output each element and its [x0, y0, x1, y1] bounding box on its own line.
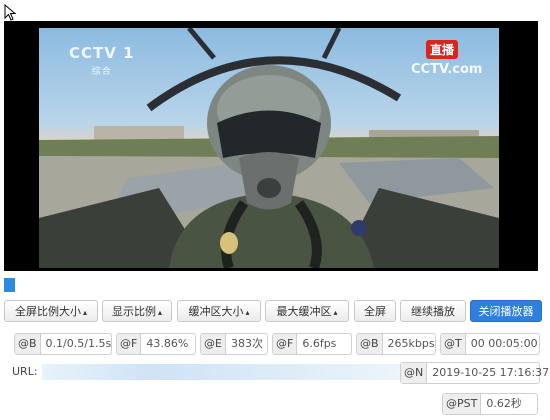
- buffer-size-button[interactable]: 缓冲区大小 ▴: [177, 300, 261, 322]
- url-label: URL:: [12, 365, 38, 378]
- stat-key: @PST: [443, 394, 482, 414]
- stat-key: @B: [357, 334, 383, 354]
- stat-frame-percent: @F 43.86%: [116, 333, 196, 355]
- stat-value: 2019-10-25 17:16:37: [432, 366, 550, 379]
- channel-logo-text: CCTV 1: [69, 44, 135, 62]
- stat-key: @N: [401, 363, 428, 383]
- stat-key: @E: [201, 334, 226, 354]
- playback-progress-bar[interactable]: [4, 278, 538, 292]
- stat-key: @B: [15, 334, 41, 354]
- channel-logo-subtitle: 综合: [91, 67, 112, 77]
- mouse-cursor-icon: [4, 4, 17, 21]
- stat-pst: @PST 0.62秒: [442, 393, 538, 415]
- stat-value: 6.6fps: [302, 337, 337, 350]
- stats-row: @B 0.1/0.5/1.5s @F 43.86% @E 383次 @F 6.6…: [14, 333, 544, 355]
- stat-buffer-time: @B 0.1/0.5/1.5s: [14, 333, 112, 355]
- channel-logo: CCTV 1 综合: [69, 44, 135, 77]
- stat-fps: @F 6.6fps: [272, 333, 352, 355]
- display-ratio-button[interactable]: 显示比例 ▴: [102, 300, 172, 322]
- stat-value: 383次: [230, 337, 263, 350]
- buffer-size-label: 缓冲区大小: [188, 305, 244, 318]
- caret-up-icon: ▴: [245, 308, 250, 317]
- url-field[interactable]: [42, 364, 410, 380]
- pst-row: @PST 0.62秒: [0, 393, 550, 415]
- stat-value: 0.62秒: [486, 397, 522, 410]
- fullscreen-ratio-button[interactable]: 全屏比例大小 ▴: [4, 300, 98, 322]
- max-buffer-button[interactable]: 最大缓冲区 ▴: [265, 300, 349, 322]
- caret-up-icon: ▴: [157, 308, 162, 317]
- stat-value: 43.86%: [146, 337, 189, 350]
- url-row: URL: @N 2019-10-25 17:16:37: [12, 362, 549, 384]
- progress-fill: [4, 278, 15, 292]
- caret-up-icon: ▴: [82, 308, 87, 317]
- fullscreen-button[interactable]: 全屏: [354, 300, 396, 322]
- stat-duration: @T 00 00:05:00: [440, 333, 540, 355]
- stat-value: 0.1/0.5/1.5s: [45, 337, 112, 350]
- caret-up-icon: ▴: [333, 308, 338, 317]
- stat-key: @T: [441, 334, 466, 354]
- live-badge: 直播: [426, 40, 459, 59]
- stat-key: @F: [273, 334, 298, 354]
- stat-value: 265kbps: [387, 337, 435, 350]
- stat-timestamp: @N 2019-10-25 17:16:37: [400, 362, 549, 384]
- video-frame[interactable]: CCTV 1 综合 直播 CCTV.com: [39, 28, 499, 268]
- site-watermark: CCTV.com: [411, 62, 483, 77]
- control-toolbar: 全屏比例大小 ▴ 显示比例 ▴ 缓冲区大小 ▴ 最大缓冲区 ▴ 全屏 继续播放 关闭播放…: [4, 300, 544, 322]
- stat-key: @F: [117, 334, 142, 354]
- fullscreen-ratio-label: 全屏比例大小: [14, 305, 81, 318]
- max-buffer-label: 最大缓冲区: [276, 305, 332, 318]
- stat-value: 00 00:05:00: [470, 337, 538, 350]
- stat-error-count: @E 383次: [200, 333, 268, 355]
- continue-play-button[interactable]: 继续播放: [400, 300, 466, 322]
- display-ratio-label: 显示比例: [111, 305, 156, 318]
- stat-bitrate: @B 265kbps: [356, 333, 436, 355]
- video-player[interactable]: CCTV 1 综合 直播 CCTV.com: [4, 21, 538, 271]
- close-player-button[interactable]: 关闭播放器: [470, 300, 542, 322]
